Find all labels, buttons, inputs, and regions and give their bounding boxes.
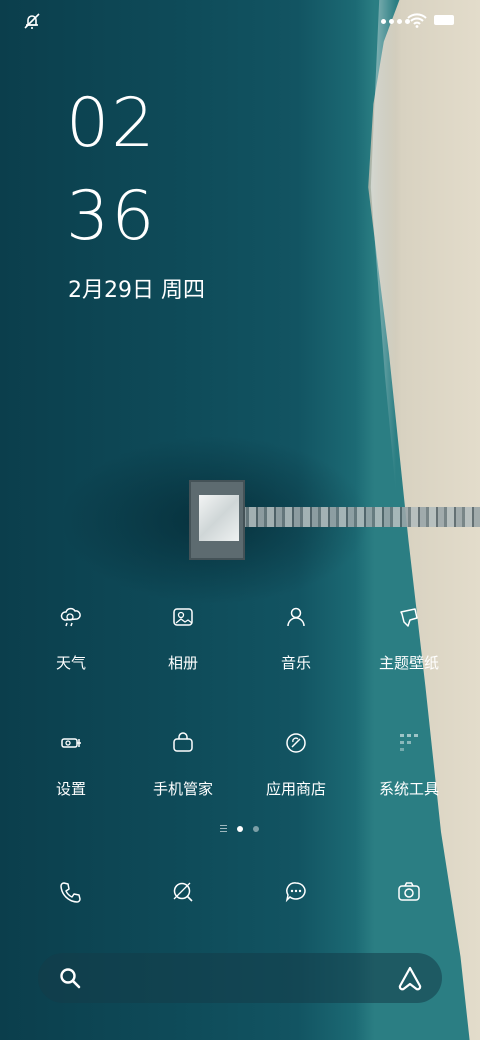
clock-minute: 36 xyxy=(66,177,157,256)
app-label: 手机管家 xyxy=(152,780,213,798)
browser-icon[interactable] xyxy=(170,879,196,905)
app-gallery[interactable]: 相册 xyxy=(128,604,238,673)
gallery-icon xyxy=(173,608,193,626)
app-themes[interactable]: 主题壁纸 xyxy=(354,604,464,673)
page-dot xyxy=(253,825,259,832)
app-store-icon xyxy=(286,733,306,753)
page-list-icon xyxy=(220,825,227,832)
system-tools-folder-icon xyxy=(400,734,418,751)
phone-icon[interactable] xyxy=(57,879,83,905)
folder-system-tools[interactable]: 系统工具 xyxy=(354,730,464,799)
clock-hour: 02 xyxy=(66,84,157,163)
app-label: 天气 xyxy=(55,654,86,672)
weather-icon xyxy=(60,607,81,627)
signal-strength-icon xyxy=(381,19,410,24)
app-label: 设置 xyxy=(55,780,86,798)
camera-icon[interactable] xyxy=(396,879,422,905)
app-weather[interactable]: 天气 xyxy=(16,604,126,673)
wallpaper-pier-roof xyxy=(199,495,239,541)
phone-manager-icon xyxy=(173,732,193,752)
app-music[interactable]: 音乐 xyxy=(241,604,351,673)
app-settings[interactable]: 设置 xyxy=(16,730,126,799)
page-dot-active xyxy=(237,825,243,832)
assistant-icon[interactable] xyxy=(396,965,424,991)
page-indicator[interactable] xyxy=(220,825,259,832)
mute-icon xyxy=(24,13,40,29)
app-label: 相册 xyxy=(167,654,198,672)
status-bar xyxy=(0,0,480,40)
wallpaper-pier-walkway xyxy=(240,507,480,527)
app-label: 系统工具 xyxy=(378,780,439,798)
search-icon[interactable] xyxy=(58,966,82,990)
themes-icon xyxy=(400,608,418,627)
search-bar[interactable] xyxy=(38,953,442,1003)
settings-icon xyxy=(61,738,81,748)
music-icon xyxy=(287,607,305,627)
app-phone-manager[interactable]: 手机管家 xyxy=(128,730,238,799)
app-label: 主题壁纸 xyxy=(378,654,439,672)
app-store[interactable]: 应用商店 xyxy=(241,730,351,799)
app-label: 音乐 xyxy=(280,654,311,672)
app-label: 应用商店 xyxy=(265,780,326,798)
wifi-icon xyxy=(407,13,427,28)
date-label: 2月29日 周四 xyxy=(68,278,205,303)
messages-icon[interactable] xyxy=(283,879,309,905)
battery-icon xyxy=(434,15,454,25)
